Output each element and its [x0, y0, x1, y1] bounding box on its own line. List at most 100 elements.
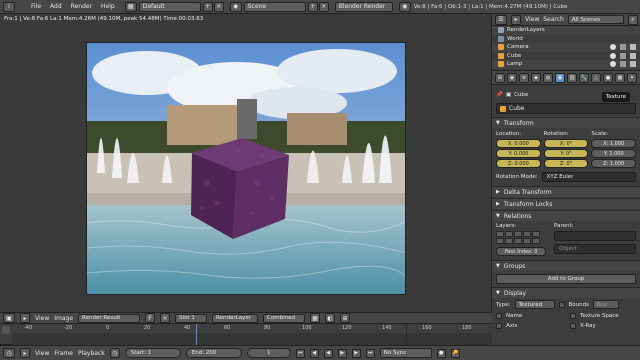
editor-type-icon[interactable]: ▣ — [3, 313, 15, 323]
editor-type-icon[interactable]: ◷ — [3, 348, 15, 358]
scene-icon[interactable]: ◆ — [229, 1, 242, 12]
delta-transform-panel-header[interactable]: ▶ Delta Transform — [492, 186, 640, 197]
bounds-type-select[interactable]: Box — [592, 300, 619, 309]
prev-keyframe-icon[interactable]: ◀ — [309, 348, 319, 358]
name-checkbox[interactable] — [496, 313, 502, 319]
display-mode-select[interactable]: All Scenes — [567, 15, 624, 24]
location-z-field[interactable]: Z: 0.000 — [496, 159, 541, 168]
menu-view[interactable]: View — [525, 16, 539, 23]
editor-type-icon[interactable]: ⊞ — [495, 72, 505, 83]
menu-toggle-icon[interactable]: ▸ — [20, 348, 30, 358]
sync-mode-select[interactable]: No Sync — [379, 348, 432, 358]
bounds-checkbox[interactable] — [558, 301, 565, 308]
render-result-image[interactable] — [86, 42, 406, 295]
outliner-row[interactable]: World — [492, 35, 640, 44]
render-layer-select[interactable]: RenderLayer — [212, 313, 259, 323]
rotation-z-field[interactable]: Z: 0° — [543, 159, 589, 168]
constraints-context-icon[interactable]: ⛓ — [567, 72, 577, 83]
menu-search[interactable]: Search — [543, 16, 564, 23]
render-camera-icon[interactable] — [630, 44, 636, 50]
fake-user-button[interactable]: F — [145, 313, 156, 323]
render-engine-select[interactable]: Blender Render — [334, 1, 393, 12]
transform-locks-panel-header[interactable]: ▶ Transform Locks — [492, 198, 640, 209]
menu-view[interactable]: View — [35, 350, 49, 357]
editor-type-icon[interactable]: ☰ — [495, 14, 507, 25]
jump-end-icon[interactable]: ⏭ — [365, 348, 375, 358]
display-panel-header[interactable]: ▼ Display — [492, 287, 640, 298]
selectable-arrow-icon[interactable] — [620, 44, 626, 50]
menu-help[interactable]: Help — [101, 3, 115, 10]
menu-add[interactable]: Add — [50, 3, 62, 10]
location-y-field[interactable]: Y: 0.000 — [496, 149, 541, 158]
menu-playback[interactable]: Playback — [78, 350, 105, 357]
render-pass-select[interactable]: Combined — [263, 313, 306, 323]
screen-layout-icon[interactable]: ▦ — [124, 1, 137, 12]
rotation-y-field[interactable]: Y: 0° — [543, 149, 589, 158]
scale-x-field[interactable]: X: 1.000 — [591, 139, 637, 148]
outliner-row[interactable]: RenderLayers — [492, 26, 640, 35]
image-select[interactable]: Render Result — [78, 313, 141, 323]
remove-scene-button[interactable]: × — [318, 1, 329, 12]
outliner-area[interactable]: ☰ ▸ View Search All Scenes ⌕ RenderLayer… — [492, 14, 640, 71]
jump-start-icon[interactable]: ⏮ — [295, 348, 305, 358]
add-scene-button[interactable]: + — [307, 1, 318, 12]
outliner-row[interactable]: Camera — [492, 43, 640, 52]
start-frame-field[interactable]: Start: 1 — [124, 348, 181, 358]
slot-select[interactable]: Slot 1 — [175, 313, 208, 323]
menu-file[interactable]: File — [31, 3, 41, 10]
add-layout-button[interactable]: + — [202, 1, 213, 12]
end-frame-field[interactable]: End: 200 — [185, 348, 242, 358]
layers-context-icon[interactable]: ≡ — [519, 72, 529, 83]
current-frame-field[interactable]: 1 — [246, 348, 291, 358]
view-mode-icon[interactable]: ◐ — [325, 313, 336, 323]
visibility-eye-icon[interactable] — [610, 52, 616, 59]
play-reverse-icon[interactable]: ◀ — [323, 348, 333, 358]
menu-toggle-icon[interactable]: ▸ — [511, 14, 521, 25]
rotation-x-field[interactable]: X: 0° — [543, 139, 589, 148]
pin-icon[interactable]: 📌 — [496, 92, 503, 98]
menu-render[interactable]: Render — [71, 3, 92, 10]
display-channels-icon[interactable]: ▦ — [310, 313, 321, 323]
world-context-icon[interactable]: ◍ — [543, 72, 553, 83]
menu-frame[interactable]: Frame — [54, 350, 73, 357]
parent-field[interactable] — [554, 231, 636, 241]
axis-checkbox[interactable] — [496, 323, 502, 329]
selectable-arrow-icon[interactable] — [620, 52, 626, 59]
particles-context-icon[interactable]: ✦ — [627, 72, 637, 83]
layout-field[interactable]: Default — [138, 1, 201, 12]
menu-view[interactable]: View — [35, 315, 49, 322]
remove-layout-button[interactable]: × — [213, 1, 224, 12]
play-icon[interactable]: ▶ — [337, 348, 347, 358]
object-context-icon[interactable]: ▣ — [555, 72, 565, 83]
rotation-mode-select[interactable]: XYZ Euler — [541, 172, 636, 182]
selectable-arrow-icon[interactable] — [620, 61, 626, 67]
keying-set-icon[interactable]: 🔑 — [450, 348, 460, 358]
texture-space-checkbox[interactable] — [570, 313, 576, 319]
relations-panel-header[interactable]: ▼ Relations — [492, 210, 640, 221]
timeline-left-tool[interactable] — [2, 326, 10, 334]
image-editor-area[interactable]: Fra:1 | Ve:8 Fa:6 La:1 Mem:4.26M (49.10M… — [0, 14, 492, 312]
properties-area[interactable]: ⊞ ◉ ≡ ◆ ◍ ▣ ⛓ 🔧 △ ● ▩ ✦ Texture 📌 ▣ Cube… — [492, 71, 640, 345]
visibility-eye-icon[interactable] — [610, 44, 616, 50]
display-type-select[interactable]: Textured — [514, 300, 555, 309]
record-icon[interactable]: ● — [436, 348, 446, 358]
groups-panel-header[interactable]: ▼ Groups — [492, 260, 640, 271]
material-context-icon[interactable]: ● — [603, 72, 613, 83]
xray-checkbox[interactable] — [570, 323, 576, 329]
scale-y-field[interactable]: Y: 1.000 — [591, 149, 637, 158]
pass-index-field[interactable]: Pass Index: 0 — [496, 247, 546, 256]
texture-context-icon[interactable]: ▩ — [615, 72, 625, 83]
outliner-row[interactable]: Lamp — [492, 60, 640, 69]
playhead[interactable] — [196, 324, 197, 345]
editor-type-icon[interactable]: i — [3, 1, 15, 12]
render-context-icon[interactable]: ◉ — [507, 72, 517, 83]
outliner-row[interactable]: Cube — [492, 52, 640, 61]
data-context-icon[interactable]: △ — [591, 72, 601, 83]
object-name-field[interactable]: Cube — [496, 103, 636, 114]
scene-field[interactable]: Scene — [243, 1, 306, 12]
parent-type-select[interactable]: Object — [554, 244, 636, 254]
search-icon[interactable]: ⌕ — [627, 14, 638, 25]
render-camera-icon[interactable] — [630, 52, 636, 59]
modifiers-context-icon[interactable]: 🔧 — [579, 72, 589, 83]
layer-grid[interactable] — [496, 231, 546, 244]
